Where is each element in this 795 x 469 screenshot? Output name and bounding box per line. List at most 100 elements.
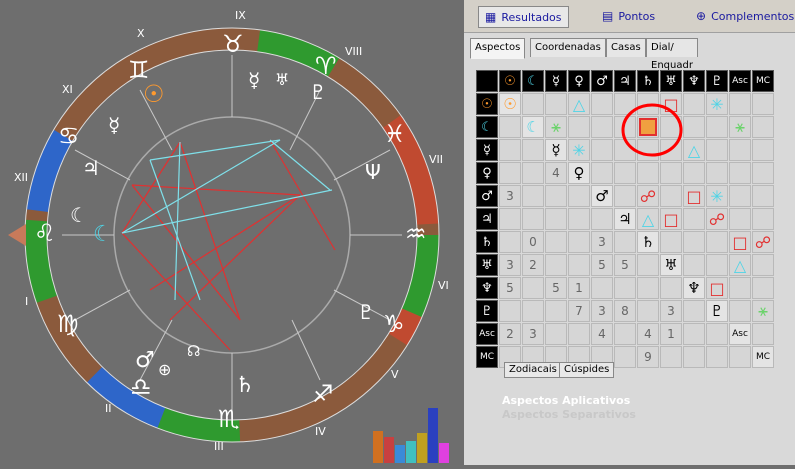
grid-cell[interactable]: [729, 93, 751, 115]
grid-cell[interactable]: 5: [614, 254, 636, 276]
grid-cell[interactable]: ⚹: [729, 116, 751, 138]
grid-cell[interactable]: [591, 208, 613, 230]
grid-cell[interactable]: [614, 277, 636, 299]
grid-cell[interactable]: [545, 208, 567, 230]
grid-cell[interactable]: [522, 93, 544, 115]
grid-cell[interactable]: 4: [637, 323, 659, 345]
grid-cell[interactable]: [729, 277, 751, 299]
grid-cell[interactable]: Asc: [729, 323, 751, 345]
grid-cell[interactable]: □: [706, 277, 728, 299]
grid-cell[interactable]: □: [729, 231, 751, 253]
grid-cell[interactable]: [522, 185, 544, 207]
complementos-tab[interactable]: ⊕ Complementos: [696, 6, 794, 26]
grid-cell[interactable]: [499, 208, 521, 230]
grid-cell[interactable]: [683, 346, 705, 368]
grid-cell[interactable]: [752, 162, 774, 184]
grid-cell[interactable]: [683, 300, 705, 322]
grid-cell[interactable]: ✳: [568, 139, 590, 161]
grid-cell[interactable]: [683, 162, 705, 184]
grid-cell[interactable]: [729, 300, 751, 322]
grid-cell[interactable]: [729, 346, 751, 368]
grid-cell[interactable]: [706, 139, 728, 161]
grid-cell[interactable]: [752, 254, 774, 276]
grid-cell[interactable]: [568, 254, 590, 276]
grid-cell[interactable]: 8: [614, 300, 636, 322]
grid-cell[interactable]: ✳: [706, 93, 728, 115]
resultados-tab[interactable]: ▦ Resultados: [478, 6, 569, 28]
grid-cell[interactable]: [591, 162, 613, 184]
grid-cell[interactable]: [752, 185, 774, 207]
grid-cell[interactable]: △: [637, 208, 659, 230]
grid-cell[interactable]: 0: [522, 231, 544, 253]
grid-cell[interactable]: ♃: [614, 208, 636, 230]
grid-cell[interactable]: 3: [522, 323, 544, 345]
grid-cell[interactable]: 4: [591, 323, 613, 345]
grid-cell[interactable]: [591, 93, 613, 115]
grid-cell[interactable]: 2: [522, 254, 544, 276]
grid-cell[interactable]: [752, 277, 774, 299]
grid-cell[interactable]: △: [568, 93, 590, 115]
grid-cell[interactable]: 1: [660, 323, 682, 345]
grid-cell[interactable]: ☍: [637, 185, 659, 207]
grid-cell[interactable]: [568, 185, 590, 207]
grid-cell[interactable]: [499, 162, 521, 184]
grid-cell[interactable]: [591, 116, 613, 138]
grid-cell[interactable]: ♄: [637, 231, 659, 253]
grid-cell[interactable]: [499, 116, 521, 138]
grid-cell[interactable]: 3: [499, 254, 521, 276]
grid-cell[interactable]: [522, 277, 544, 299]
grid-cell[interactable]: [591, 277, 613, 299]
grid-cell[interactable]: [752, 116, 774, 138]
grid-cell[interactable]: [545, 254, 567, 276]
tab-cuspides[interactable]: Cúspides: [559, 362, 615, 378]
grid-cell[interactable]: [522, 139, 544, 161]
grid-cell[interactable]: [545, 300, 567, 322]
grid-cell[interactable]: □: [683, 185, 705, 207]
grid-cell[interactable]: [706, 346, 728, 368]
grid-cell[interactable]: [545, 323, 567, 345]
grid-cell[interactable]: ☾: [522, 116, 544, 138]
grid-cell[interactable]: [660, 231, 682, 253]
grid-cell[interactable]: ☉: [499, 93, 521, 115]
grid-cell[interactable]: [499, 139, 521, 161]
grid-cell[interactable]: [499, 231, 521, 253]
grid-cell[interactable]: [522, 300, 544, 322]
grid-cell[interactable]: [499, 300, 521, 322]
grid-cell[interactable]: 4: [545, 162, 567, 184]
grid-cell[interactable]: [706, 116, 728, 138]
grid-cell[interactable]: □: [660, 208, 682, 230]
grid-cell[interactable]: [545, 93, 567, 115]
grid-cell[interactable]: [637, 300, 659, 322]
grid-cell[interactable]: ⚹: [545, 116, 567, 138]
grid-cell[interactable]: [683, 208, 705, 230]
grid-cell[interactable]: [568, 231, 590, 253]
tab-dial[interactable]: Dial/ Enquadr: [646, 38, 698, 71]
grid-cell[interactable]: [660, 162, 682, 184]
grid-cell[interactable]: [752, 208, 774, 230]
grid-cell[interactable]: [637, 162, 659, 184]
grid-cell[interactable]: [637, 254, 659, 276]
pontos-tab[interactable]: ▤ Pontos: [602, 6, 655, 26]
tab-coordenadas[interactable]: Coordenadas: [530, 38, 606, 57]
grid-cell[interactable]: [706, 254, 728, 276]
grid-cell[interactable]: [729, 139, 751, 161]
grid-cell[interactable]: [729, 208, 751, 230]
grid-cell[interactable]: [683, 254, 705, 276]
grid-cell[interactable]: [683, 323, 705, 345]
grid-cell[interactable]: 7: [568, 300, 590, 322]
grid-cell[interactable]: [545, 231, 567, 253]
grid-cell[interactable]: ♀: [568, 162, 590, 184]
grid-cell[interactable]: ⚹: [752, 300, 774, 322]
grid-cell[interactable]: [683, 231, 705, 253]
grid-cell[interactable]: 5: [499, 277, 521, 299]
grid-cell[interactable]: ☿: [545, 139, 567, 161]
tab-zodiacais[interactable]: Zodiacais: [504, 362, 562, 378]
grid-cell[interactable]: ✳: [706, 185, 728, 207]
grid-cell[interactable]: ♆: [683, 277, 705, 299]
grid-cell[interactable]: [522, 208, 544, 230]
grid-cell[interactable]: [752, 323, 774, 345]
grid-cell[interactable]: ♇: [706, 300, 728, 322]
grid-cell[interactable]: 5: [591, 254, 613, 276]
grid-cell[interactable]: 2: [499, 323, 521, 345]
tab-casas[interactable]: Casas: [606, 38, 646, 57]
